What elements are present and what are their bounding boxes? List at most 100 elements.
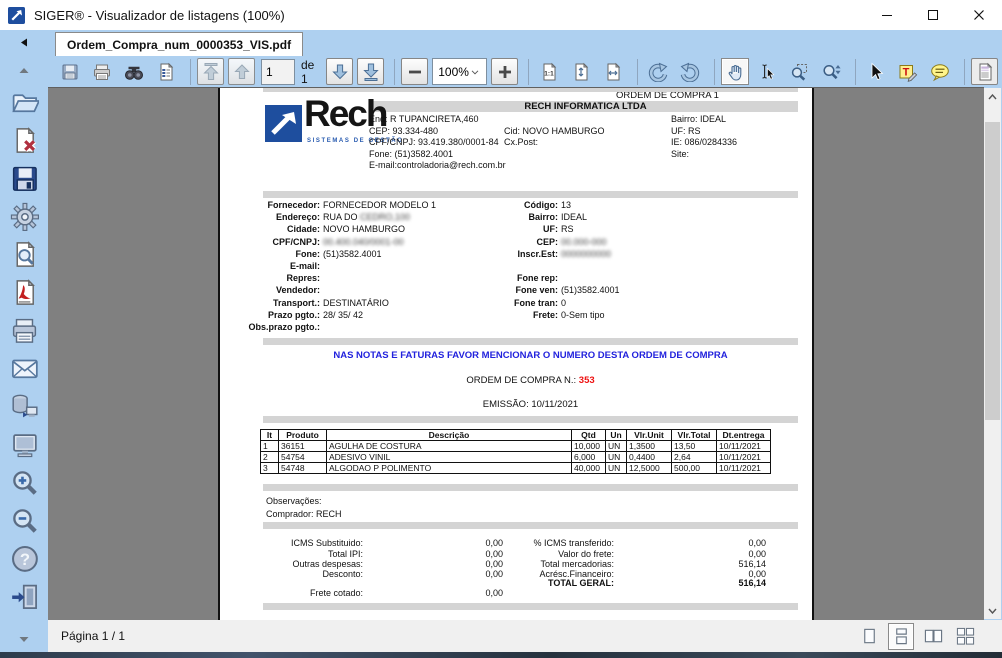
total-value: 0,00: [666, 538, 766, 548]
toolbar: de 1100%1:1T: [48, 56, 1002, 87]
total-value: 0,00: [666, 549, 766, 559]
report-button[interactable]: [152, 58, 180, 85]
zoom-marquee-icon: [789, 62, 809, 82]
total-label: ICMS Substituido:: [220, 538, 363, 548]
fit-width-button[interactable]: [599, 58, 627, 85]
report-icon: [156, 62, 176, 82]
sidebar-view-screen[interactable]: [0, 425, 48, 463]
monitor-icon: [10, 430, 39, 459]
supplier-field-value: 28/ 35/ 42: [323, 310, 363, 320]
layout-facing-pages[interactable]: [920, 623, 946, 650]
layout-continuous-facing[interactable]: [952, 623, 978, 650]
layout-continuous[interactable]: [888, 623, 914, 650]
actual-size-button[interactable]: 1:1: [535, 58, 563, 85]
minimize-button[interactable]: [864, 0, 910, 30]
maximize-icon: [927, 9, 939, 21]
triangle-down-icon: [19, 636, 29, 643]
next-page-icon: [330, 62, 350, 82]
sidebar-open-file[interactable]: [0, 83, 48, 121]
fit-width-icon: [603, 62, 623, 82]
find-button[interactable]: [120, 58, 148, 85]
sidebar-collapse-button[interactable]: [20, 34, 28, 52]
vertical-scrollbar[interactable]: [984, 88, 1001, 619]
supplier-field-label: Endereço:: [220, 212, 320, 222]
hand-tool-button[interactable]: [721, 58, 749, 85]
redacted-value: 0000000000: [561, 249, 611, 259]
zoom-in-button[interactable]: [491, 58, 518, 85]
supplier-field-label: Fone:: [220, 249, 320, 259]
page-status-label: Página 1 / 1: [61, 629, 125, 643]
next-page-button[interactable]: [326, 58, 353, 85]
supplier-field-value: RUA DO CEDRO,100: [323, 212, 410, 222]
continuous-icon: [892, 627, 911, 646]
sidebar-zoom-in[interactable]: [0, 463, 48, 501]
supplier-field-label: E-mail:: [220, 261, 320, 271]
sidebar-export-pdf[interactable]: [0, 273, 48, 311]
app-logo-icon: [8, 7, 25, 24]
document-tab-label: Ordem_Compra_num_0000353_VIS.pdf: [67, 38, 291, 52]
sidebar-preview[interactable]: [0, 235, 48, 273]
rotate-left-icon: [648, 62, 668, 82]
status-bar: Página 1 / 1: [48, 620, 1002, 652]
supplier-field-value: FORNECEDOR MODELO 1: [323, 200, 436, 210]
window-bottom-edge: [0, 652, 1002, 658]
sidebar-print[interactable]: [0, 311, 48, 349]
save-file-icon: [10, 164, 39, 193]
scrollbar-thumb[interactable]: [985, 122, 1000, 420]
preview-document-icon: [10, 240, 39, 269]
last-page-button[interactable]: [357, 58, 384, 85]
total-label: Total IPI:: [220, 549, 363, 559]
company-logo-icon: [265, 105, 302, 142]
properties-button[interactable]: [971, 58, 998, 85]
items-table-cell: 500,00: [672, 463, 717, 474]
export-data-icon: [10, 392, 39, 421]
actual-size-icon: 1:1: [539, 62, 559, 82]
maximize-button[interactable]: [910, 0, 956, 30]
sidebar-save[interactable]: [0, 159, 48, 197]
print-button[interactable]: [88, 58, 116, 85]
close-button[interactable]: [956, 0, 1002, 30]
company-info-line: Bairro: IDEAL: [671, 114, 726, 124]
rotate-left-button[interactable]: [644, 58, 672, 85]
zoom-select[interactable]: 100%: [432, 58, 487, 85]
pointer-tool-button[interactable]: [862, 58, 890, 85]
zoom-dynamic-button[interactable]: [817, 58, 845, 85]
sidebar-send-email[interactable]: [0, 349, 48, 387]
text-annotation-button[interactable]: T: [894, 58, 922, 85]
zoom-marquee-button[interactable]: [785, 58, 813, 85]
fit-page-button[interactable]: [567, 58, 595, 85]
rotate-right-button[interactable]: [676, 58, 704, 85]
note-button[interactable]: [926, 58, 954, 85]
redacted-value: 00.000-000: [561, 237, 607, 247]
select-text-button[interactable]: [753, 58, 781, 85]
items-table: ItProdutoDescriçãoQtdUnVlr.UnitVlr.Total…: [260, 429, 771, 474]
doc-section-bar: [263, 191, 798, 198]
items-table-cell: 0,4400: [627, 452, 672, 463]
first-page-button[interactable]: [197, 58, 224, 85]
supplier-field-label: UF:: [458, 224, 558, 234]
sidebar-settings[interactable]: [0, 197, 48, 235]
sidebar-exit[interactable]: [0, 577, 48, 615]
svg-text:T: T: [903, 66, 910, 78]
prev-page-button[interactable]: [228, 58, 255, 85]
document-tab[interactable]: Ordem_Compra_num_0000353_VIS.pdf: [55, 32, 303, 56]
sidebar-zoom-out[interactable]: [0, 501, 48, 539]
sidebar-export-data[interactable]: [0, 387, 48, 425]
supplier-field-value: 0000000000: [561, 249, 611, 259]
order-number-value: 353: [579, 375, 595, 386]
sidebar-scroll-up-button[interactable]: [19, 61, 29, 79]
sidebar-close-document[interactable]: [0, 121, 48, 159]
left-sidebar: ?: [0, 30, 48, 652]
supplier-field-label: Cidade:: [220, 224, 320, 234]
zoom-out-button[interactable]: [401, 58, 428, 85]
sidebar-help[interactable]: ?: [0, 539, 48, 577]
save-button[interactable]: [56, 58, 84, 85]
close-icon: [973, 9, 985, 21]
page-number-input[interactable]: [261, 59, 295, 85]
items-table-cell: 10/11/2021: [717, 452, 771, 463]
layout-single-page[interactable]: [856, 623, 882, 650]
sidebar-scroll-down-button[interactable]: [19, 630, 29, 648]
pdf-page[interactable]: ORDEM DE COMPRA 1 RECH INFORMATICA LTDA …: [218, 88, 814, 620]
scroll-up-button[interactable]: [984, 88, 1001, 105]
scroll-down-button[interactable]: [984, 602, 1001, 619]
